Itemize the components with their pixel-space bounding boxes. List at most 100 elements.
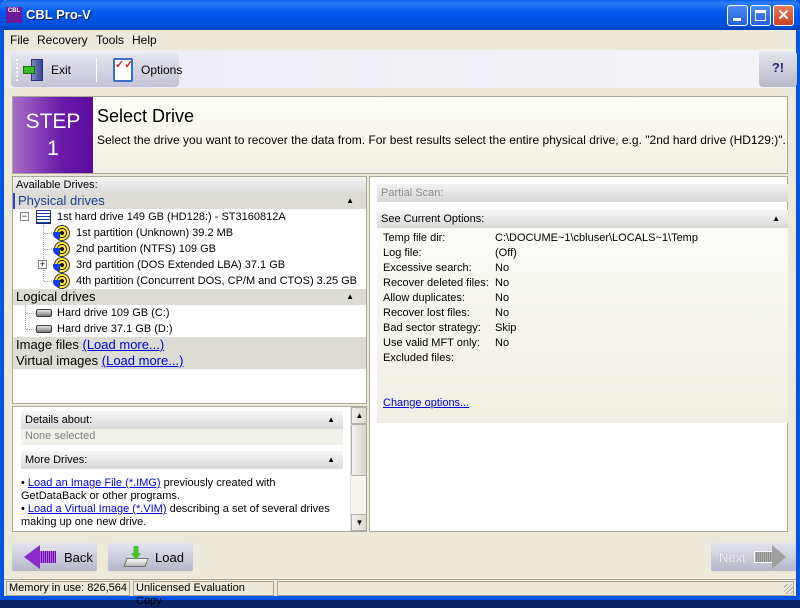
logical-drive-icon [36, 309, 52, 317]
next-button[interactable]: Next [711, 543, 796, 571]
option-key: Excluded files: [383, 352, 454, 364]
tree-branch [26, 329, 36, 330]
step-header: STEP 1 Select Drive Select the drive you… [12, 96, 788, 174]
physical-drive-item[interactable]: − 1st hard drive 149 GB (HD128:) - ST316… [13, 209, 366, 225]
option-key: Bad sector strategy: [383, 322, 481, 334]
back-label: Back [64, 549, 93, 565]
option-key: Use valid MFT only: [383, 337, 480, 349]
partition-item[interactable]: 2nd partition (NTFS) 109 GB [13, 241, 366, 257]
details-panel: Details about: ▲ None selected More Driv… [12, 406, 367, 532]
page-title: Select Drive [97, 106, 195, 126]
back-button[interactable]: Back [12, 543, 97, 571]
partition-item[interactable]: 1st partition (Unknown) 39.2 MB [13, 225, 366, 241]
menu-help[interactable]: Help [132, 33, 157, 47]
title-bar[interactable]: CBL CBL Pro-V ✕ [0, 0, 800, 30]
scroll-up-icon[interactable]: ▲ [351, 407, 366, 424]
virtual-images-load-more-link[interactable]: (Load more...) [102, 353, 184, 368]
collapse-icon[interactable]: ▲ [327, 451, 335, 469]
maximize-button[interactable] [750, 5, 771, 26]
physical-drives-header[interactable]: Physical drives ▲ [13, 193, 366, 209]
option-value: No [495, 262, 510, 274]
logical-drive-item[interactable]: Hard drive 109 GB (C:) [13, 305, 366, 321]
close-button[interactable]: ✕ [773, 5, 794, 26]
change-options-link[interactable]: Change options... [383, 397, 469, 409]
option-value: Skip [495, 322, 517, 334]
scroll-down-icon[interactable]: ▼ [351, 514, 366, 531]
image-files-label: Image files [16, 337, 79, 352]
next-arrow-tail [753, 551, 772, 563]
checklist-icon: ✓✓ [113, 58, 133, 82]
collapse-icon[interactable]: ▲ [772, 210, 780, 228]
exit-button[interactable]: Exit [23, 53, 89, 87]
load-tray-icon [123, 546, 149, 568]
options-panel: Partial Scan: See Current Options: ▲ Tem… [369, 176, 788, 532]
step-description: Select the drive you want to recover the… [97, 133, 786, 147]
option-value: No [495, 337, 510, 349]
option-key: Temp file dir: [383, 232, 446, 244]
details-value: None selected [21, 429, 343, 445]
option-value: C:\DOCUME~1\cbluser\LOCALS~1\Temp [495, 232, 698, 244]
logical-drive-item[interactable]: Hard drive 37.1 GB (D:) [13, 321, 366, 337]
close-icon: ✕ [777, 7, 790, 24]
drive-list-panel: Available Drives: Physical drives ▲ − 1s… [12, 176, 367, 404]
status-empty [277, 581, 794, 596]
current-options-box: Temp file dir: C:\DOCUME~1\cbluser\LOCALS… [377, 228, 788, 423]
collapse-icon[interactable]: ▲ [346, 289, 354, 305]
app-logo-icon: CBL [6, 7, 22, 23]
details-about-header[interactable]: Details about: ▲ [21, 411, 343, 429]
option-row: Temp file dir: C:\DOCUME~1\cbluser\LOCALS… [377, 231, 788, 246]
toolbar-grip[interactable] [16, 59, 18, 81]
partition-icon [53, 257, 70, 273]
load-button[interactable]: Load [108, 543, 193, 571]
option-row: Excluded files: [377, 351, 788, 366]
option-value: No [495, 292, 510, 304]
option-row: Use valid MFT only: No [377, 336, 788, 351]
partition-label: 1st partition (Unknown) 39.2 MB [76, 227, 234, 239]
status-bar: Memory in use: 826,564 Unlicensed Evalua… [4, 579, 796, 607]
option-row: Excessive search: No [377, 261, 788, 276]
next-label: Next [719, 549, 746, 565]
load-image-file-link[interactable]: Load an Image File (*.IMG) [28, 477, 161, 489]
partial-scan-header[interactable]: Partial Scan: [377, 184, 788, 202]
option-row: Recover deleted files: No [377, 276, 788, 291]
menu-bar: File Recovery Tools Help [4, 30, 796, 50]
toolbar-separator [96, 58, 97, 82]
virtual-images-label: Virtual images [16, 353, 99, 368]
collapse-icon[interactable]: ▲ [327, 411, 335, 429]
image-files-load-more-link[interactable]: (Load more...) [83, 337, 165, 352]
details-about-title: Details about: [25, 414, 93, 426]
load-virtual-image-link[interactable]: Load a Virtual Image (*.VIM) [28, 503, 167, 515]
minimize-icon [733, 18, 741, 21]
options-button[interactable]: ✓✓ Options [109, 53, 182, 87]
current-options-header[interactable]: See Current Options: ▲ [377, 210, 788, 228]
option-key: Recover deleted files: [383, 277, 489, 289]
menu-recovery[interactable]: Recovery [37, 33, 88, 47]
step-badge-label: STEP [25, 110, 81, 133]
partition-icon [53, 225, 70, 241]
back-arrow-tail [40, 551, 56, 563]
maximize-icon [755, 10, 766, 21]
details-scrollbar[interactable]: ▲ ▼ [350, 407, 366, 531]
collapse-icon[interactable]: ▲ [346, 193, 354, 209]
next-arrow-icon [771, 545, 786, 569]
collapse-tree-icon[interactable]: − [20, 212, 29, 221]
expand-tree-icon[interactable]: + [38, 260, 47, 269]
partition-label: 3rd partition (DOS Extended LBA) 37.1 GB [76, 259, 286, 271]
option-value: (Off) [495, 247, 517, 259]
partition-item[interactable]: 4th partition (Concurrent DOS, CP/M and … [13, 273, 366, 289]
partition-item[interactable]: + 3rd partition (DOS Extended LBA) 37.1 … [13, 257, 366, 273]
resize-grip-icon[interactable] [784, 584, 794, 594]
option-row: Bad sector strategy: Skip [377, 321, 788, 336]
partition-list: 1st partition (Unknown) 39.2 MB 2nd part… [13, 225, 366, 289]
more-drives-header[interactable]: More Drives: ▲ [21, 451, 343, 469]
menu-tools[interactable]: Tools [96, 33, 124, 47]
logical-drives-header[interactable]: Logical drives ▲ [13, 289, 366, 305]
partition-label: 4th partition (Concurrent DOS, CP/M and … [76, 275, 358, 287]
minimize-button[interactable] [727, 5, 748, 26]
help-button[interactable]: ?! [759, 51, 797, 87]
physical-drives-title: Physical drives [18, 193, 105, 208]
option-row: Recover lost files: No [377, 306, 788, 321]
step-badge: STEP 1 [13, 97, 93, 173]
menu-file[interactable]: File [10, 33, 29, 47]
scroll-thumb[interactable] [351, 424, 366, 476]
